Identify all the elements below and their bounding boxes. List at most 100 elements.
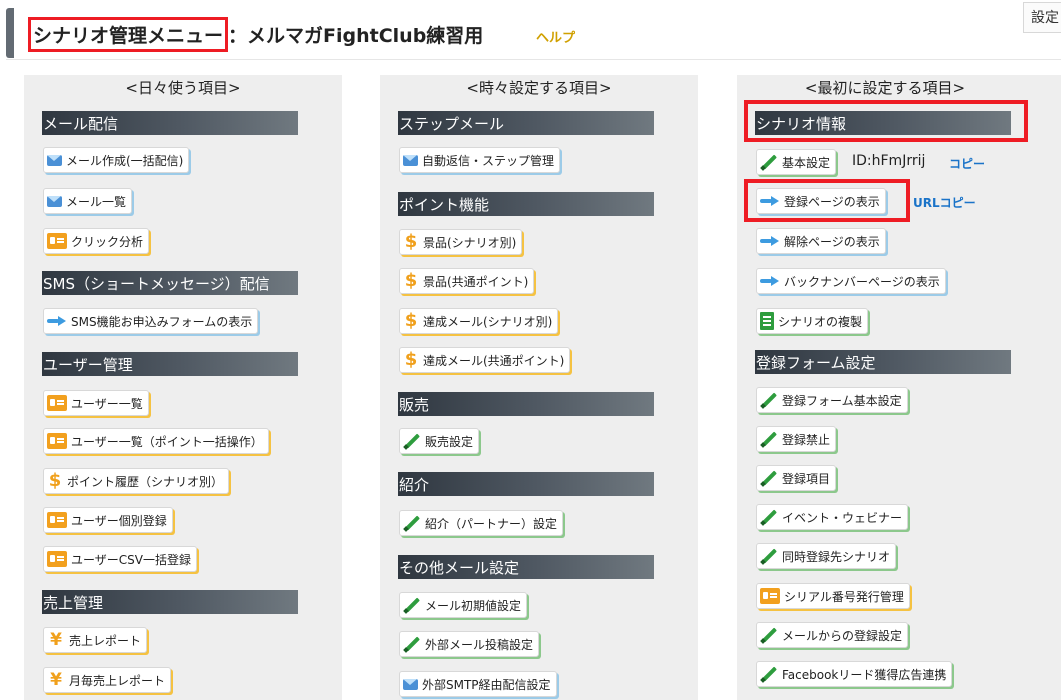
- dollar-icon: $: [404, 349, 418, 370]
- header-accent-bar: [6, 8, 14, 58]
- auto-reply-button[interactable]: 自動返信・ステップ管理: [399, 147, 561, 173]
- mail-icon: [47, 195, 62, 207]
- click-analysis-button[interactable]: クリック分析: [43, 228, 150, 254]
- pencil-icon: [403, 596, 421, 614]
- mail-icon: [403, 154, 418, 166]
- partner-settings-button[interactable]: 紹介（パートナー）設定: [399, 510, 564, 536]
- button-label: 解除ページの表示: [784, 234, 880, 249]
- user-csv-button[interactable]: ユーザーCSV一括登録: [43, 546, 197, 572]
- sales-report-button[interactable]: ¥ 売上レポート: [43, 627, 148, 653]
- duplicate-scenario-button[interactable]: シナリオの複製: [756, 308, 869, 334]
- button-label: 登録フォーム基本設定: [782, 393, 902, 408]
- button-label: メールからの登録設定: [782, 628, 903, 643]
- point-history-button[interactable]: $ ポイント履歴（シナリオ別）: [43, 468, 230, 494]
- title-scenario-name: ：メルマガFightClub練習用: [228, 24, 484, 47]
- url-copy-link[interactable]: URLコピー: [913, 194, 976, 211]
- user-list-button[interactable]: ユーザー一覧: [43, 390, 149, 416]
- button-label: 達成メール(共通ポイント): [423, 353, 565, 368]
- mail-icon: [403, 678, 418, 690]
- button-label: バックナンバーページの表示: [784, 274, 940, 289]
- pencil-icon: [760, 391, 778, 409]
- pencil-icon: [760, 626, 778, 644]
- button-label: ポイント履歴（シナリオ別）: [67, 474, 224, 489]
- button-label: 外部SMTP経由配信設定: [422, 677, 551, 692]
- event-webinar-button[interactable]: イベント・ウェビナー: [756, 504, 909, 530]
- register-ban-button[interactable]: 登録禁止: [756, 426, 837, 452]
- user-register-button[interactable]: ユーザー個別登録: [43, 507, 173, 533]
- id-card-icon: [47, 433, 67, 449]
- section-point-function: ポイント機能: [398, 192, 654, 216]
- button-label: Facebookリード獲得広告連携: [782, 667, 947, 682]
- section-sales-management: 売上管理: [42, 590, 298, 614]
- prize-common-button[interactable]: $ 景品(共通ポイント): [399, 268, 535, 294]
- sales-settings-button[interactable]: 販売設定: [399, 428, 480, 454]
- scenario-id: ID:hFmJrrij: [852, 153, 926, 169]
- button-label: 達成メール(シナリオ別): [423, 314, 553, 329]
- section-scenario-info: シナリオ情報: [755, 111, 1011, 135]
- id-card-icon: [47, 395, 67, 411]
- monthly-report-button[interactable]: ¥ 月毎売上レポート: [43, 667, 172, 693]
- button-label: SMS機能お申込みフォームの表示: [71, 314, 253, 329]
- register-fields-button[interactable]: 登録項目: [756, 465, 837, 491]
- pencil-icon: [760, 547, 778, 565]
- button-label: シリアル番号発行管理: [784, 589, 904, 604]
- page-title: シナリオ管理メニュー ：メルマガFightClub練習用: [28, 16, 484, 52]
- button-label: ユーザーCSV一括登録: [71, 552, 191, 567]
- dollar-icon: $: [404, 310, 418, 331]
- button-label: 景品(シナリオ別): [423, 235, 517, 250]
- prize-scenario-button[interactable]: $ 景品(シナリオ別): [399, 229, 523, 255]
- button-label: イベント・ウェビナー: [782, 510, 903, 525]
- column-occasional: <時々設定する項目> ステップメール 自動返信・ステップ管理 ポイント機能 $ …: [380, 75, 698, 700]
- column-heading: <最初に設定する項目>: [804, 79, 966, 97]
- serial-number-button[interactable]: シリアル番号発行管理: [756, 583, 910, 609]
- button-label: 景品(共通ポイント): [423, 274, 529, 289]
- section-mail-delivery: メール配信: [42, 111, 298, 135]
- form-basic-button[interactable]: 登録フォーム基本設定: [756, 387, 908, 413]
- button-label: 売上レポート: [69, 633, 142, 648]
- settings-tab[interactable]: 設定: [1023, 2, 1061, 33]
- button-label: ユーザー一覧（ポイント一括操作）: [71, 434, 263, 449]
- show-register-page-button[interactable]: 登録ページの表示: [756, 188, 886, 214]
- register-from-mail-button[interactable]: メールからの登録設定: [756, 622, 909, 648]
- title-highlight: シナリオ管理メニュー: [28, 16, 229, 52]
- pencil-icon: [403, 514, 421, 532]
- arrow-right-icon: [760, 196, 780, 206]
- button-label: 自動返信・ステップ管理: [422, 153, 555, 168]
- section-introduction: 紹介: [398, 472, 654, 496]
- button-label: 外部メール投稿設定: [425, 637, 534, 652]
- button-label: ユーザー一覧: [71, 396, 143, 411]
- arrow-right-icon: [760, 276, 780, 286]
- section-sales: 販売: [398, 392, 654, 416]
- facebook-lead-button[interactable]: Facebookリード獲得広告連携: [756, 661, 953, 687]
- pencil-icon: [760, 508, 778, 526]
- mail-create-button[interactable]: メール作成(一括配信): [43, 147, 190, 173]
- button-label: 販売設定: [425, 434, 474, 449]
- simultaneous-scenario-button[interactable]: 同時登録先シナリオ: [756, 543, 897, 569]
- dollar-icon: $: [48, 470, 62, 491]
- pencil-icon: [760, 430, 778, 448]
- show-cancel-page-button[interactable]: 解除ページの表示: [756, 228, 886, 254]
- mail-list-button[interactable]: メール一覧: [43, 188, 133, 214]
- yen-icon: ¥: [50, 670, 62, 690]
- external-post-button[interactable]: 外部メール投稿設定: [399, 631, 540, 657]
- mail-icon: [47, 154, 62, 166]
- sms-form-button[interactable]: SMS機能お申込みフォームの表示: [43, 308, 259, 334]
- section-sms: SMS（ショートメッセージ）配信: [42, 271, 298, 295]
- section-user-management: ユーザー管理: [42, 352, 298, 376]
- achieve-common-button[interactable]: $ 達成メール(共通ポイント): [399, 347, 571, 373]
- column-heading: <日々使う項目>: [125, 79, 241, 97]
- section-other-mail: その他メール設定: [398, 555, 654, 579]
- mail-initial-button[interactable]: メール初期値設定: [399, 592, 528, 618]
- pencil-icon: [760, 469, 778, 487]
- dollar-icon: $: [404, 270, 418, 291]
- help-link[interactable]: ヘルプ: [536, 27, 575, 46]
- column-initial: <最初に設定する項目> シナリオ情報 基本設定 ID:hFmJrrij コピー …: [737, 75, 1061, 700]
- basic-settings-button[interactable]: 基本設定: [756, 149, 837, 175]
- show-backnumber-page-button[interactable]: バックナンバーページの表示: [756, 268, 946, 294]
- copy-id-link[interactable]: コピー: [949, 155, 985, 172]
- pencil-icon: [760, 153, 778, 171]
- user-list-points-button[interactable]: ユーザー一覧（ポイント一括操作）: [43, 428, 269, 454]
- smtp-delivery-button[interactable]: 外部SMTP経由配信設定: [399, 671, 557, 697]
- achieve-scenario-button[interactable]: $ 達成メール(シナリオ別): [399, 308, 559, 334]
- id-card-icon: [47, 551, 67, 567]
